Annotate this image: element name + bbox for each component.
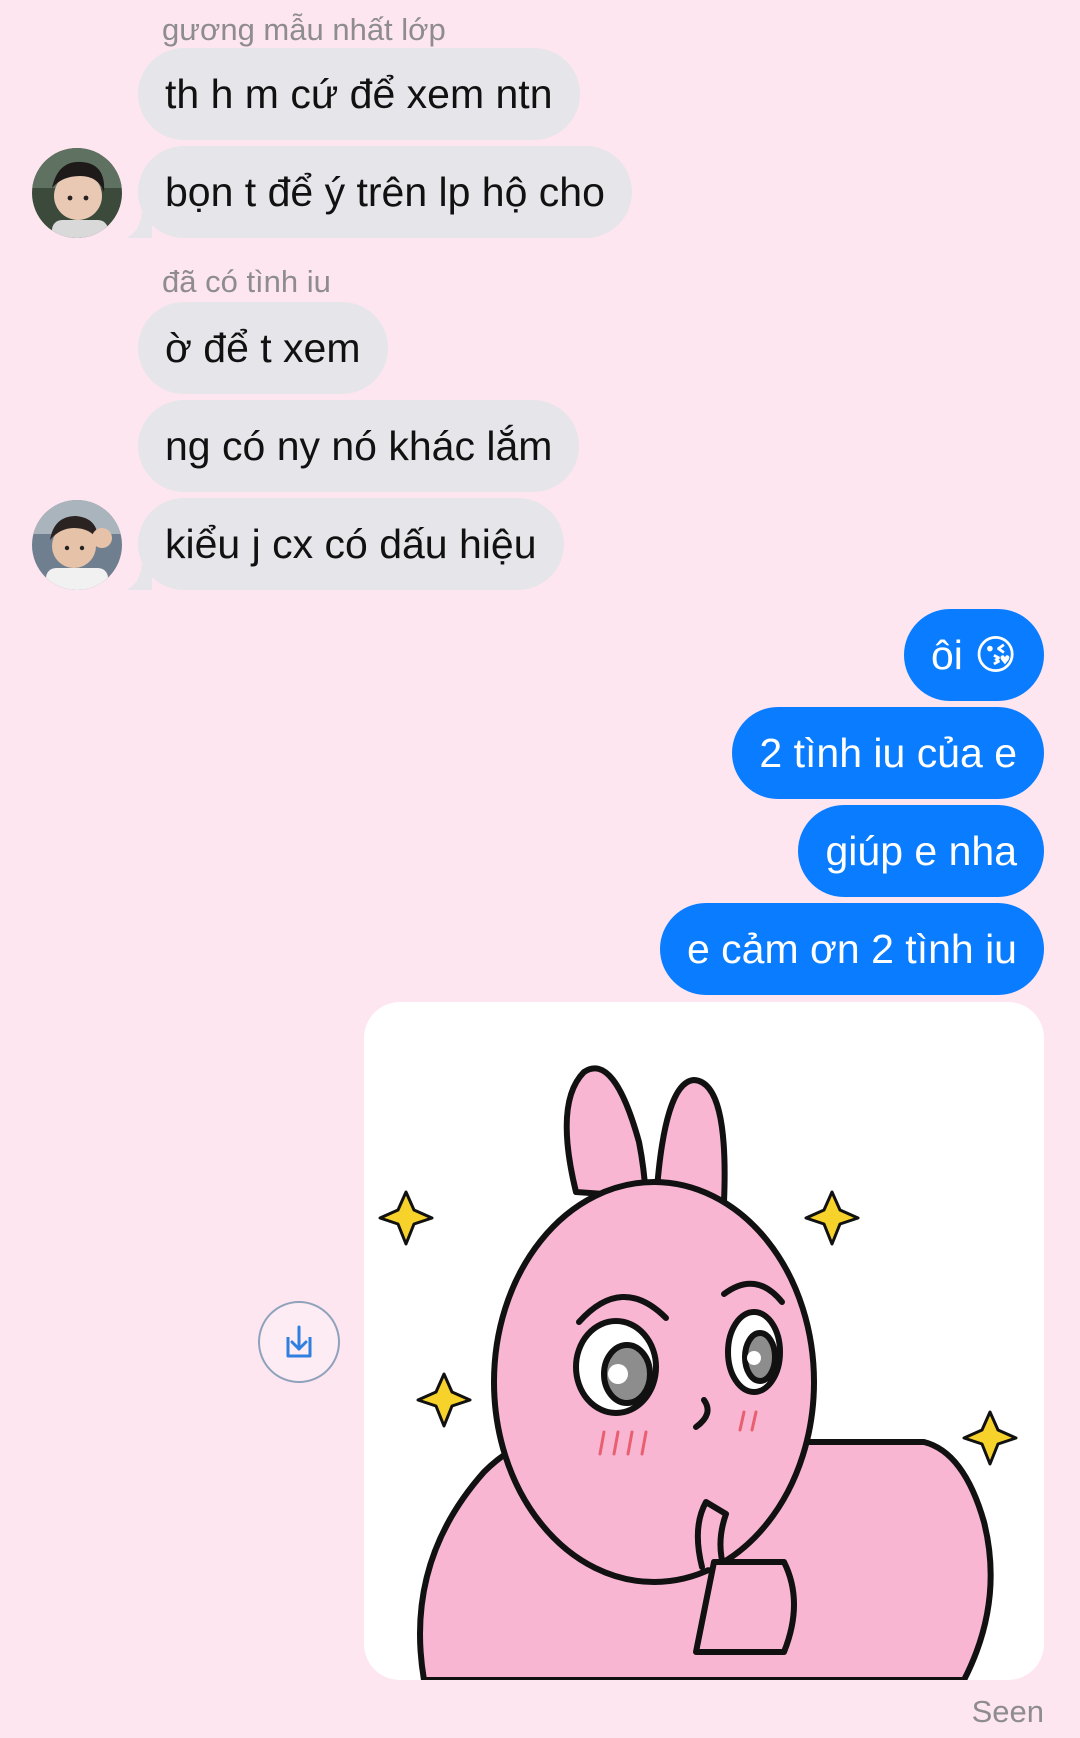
avatar[interactable] — [32, 148, 122, 238]
download-icon — [286, 1325, 312, 1358]
outgoing-message[interactable]: giúp e nha — [798, 805, 1044, 897]
incoming-message[interactable]: kiểu j cx có dấu hiệu — [138, 498, 564, 590]
avatar-photo — [32, 148, 122, 238]
chat-screen: gương mẫu nhất lớp th h m cứ để xem ntn … — [0, 0, 1080, 1738]
sender-name: gương mẫu nhất lớp — [162, 12, 446, 47]
outgoing-message[interactable]: 2 tình iu của e — [732, 707, 1044, 799]
avatar[interactable] — [32, 500, 122, 590]
outgoing-message[interactable]: e cảm ơn 2 tình iu — [659, 903, 1044, 995]
sticker-image[interactable] — [364, 1002, 1044, 1680]
outgoing-message[interactable]: ôi 😘 — [903, 609, 1044, 701]
avatar-photo — [32, 500, 122, 590]
bubble-tail — [126, 564, 152, 590]
incoming-message[interactable]: ng có ny nó khác lắm — [138, 400, 580, 492]
incoming-message[interactable]: th h m cứ để xem ntn — [138, 48, 580, 140]
save-sticker-button[interactable] — [258, 1301, 340, 1383]
incoming-message[interactable]: bọn t để ý trên lp hộ cho — [138, 146, 632, 238]
sender-name: đã có tình iu — [162, 264, 331, 299]
incoming-message[interactable]: ờ để t xem — [138, 302, 388, 394]
pink-rabbit-sticker — [378, 1065, 1018, 1680]
bubble-tail — [126, 212, 152, 238]
seen-status: Seen — [971, 1694, 1044, 1729]
